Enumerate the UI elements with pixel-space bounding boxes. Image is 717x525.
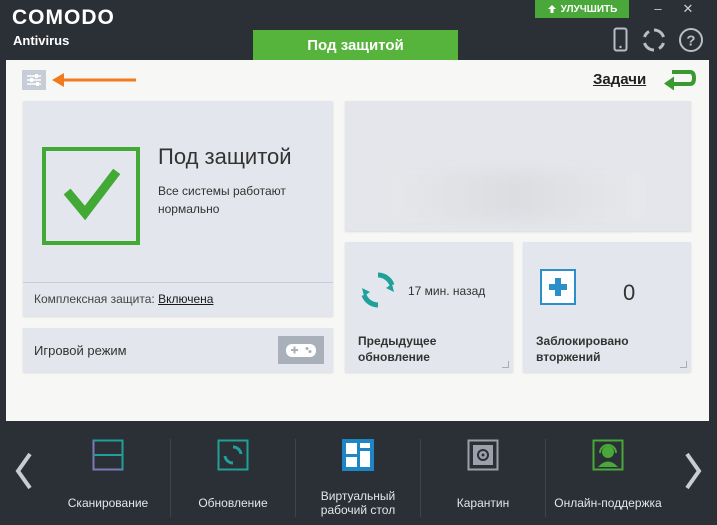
tasks-arrow-icon[interactable] — [662, 68, 696, 90]
update-refresh-icon — [361, 272, 395, 308]
quarantine-icon — [467, 439, 499, 471]
toolbar-scan-label: Сканирование — [67, 496, 149, 510]
mobile-icon[interactable] — [606, 26, 634, 54]
orange-arrow-icon — [52, 73, 136, 87]
toolbar-quarantine-label: Карантин — [456, 496, 510, 510]
status-title: Под защитой — [158, 144, 292, 169]
arrow-up-icon — [547, 5, 556, 13]
product-name: Antivirus — [13, 33, 70, 48]
blocked-count: 0 — [623, 280, 636, 305]
blocked-label: Заблокировано вторжений — [536, 333, 629, 365]
close-icon: ✕ — [682, 1, 694, 16]
status-tab-label: Под защитой — [307, 36, 404, 54]
checkmark-icon — [63, 168, 121, 221]
toolbar-virtual-desktop-line1: Виртуальный — [320, 489, 396, 503]
protection-label: Комплексная защита: — [34, 292, 155, 306]
shield-plus-icon — [540, 269, 576, 305]
update-icon — [217, 439, 249, 471]
chevron-left-icon[interactable] — [8, 446, 40, 496]
expand-corner-icon — [502, 361, 509, 368]
blocked-label-line2: вторжений — [536, 350, 601, 364]
game-mode-label: Игровой режим — [34, 343, 127, 358]
toolbar-online-support-label: Онлайн-поддержка — [554, 496, 662, 510]
game-mode-toggle[interactable] — [278, 336, 324, 364]
bottom-toolbar: Сканирование Обновление Виртуальный рабо… — [0, 421, 717, 525]
svg-text:?: ? — [686, 33, 695, 50]
status-description: Все системы работают нормально — [158, 184, 286, 216]
upgrade-label: УЛУЧШИТЬ — [560, 3, 618, 15]
tasks-link[interactable]: Задачи — [593, 71, 646, 88]
protection-status-tab: Под защитой — [253, 30, 458, 60]
protection-status-card: Под защитой Все системы работают нормаль… — [23, 101, 333, 316]
toolbar-update[interactable]: Обновление — [171, 439, 295, 525]
online-support-icon — [592, 439, 624, 471]
divider — [23, 282, 333, 283]
last-update-time: 17 мин. назад — [408, 284, 486, 298]
help-icon[interactable]: ? — [677, 26, 705, 54]
expand-corner-icon — [680, 361, 687, 368]
close-button[interactable]: ✕ — [675, 0, 701, 18]
last-update-card[interactable]: 17 мин. назад Предыдущее обновление — [345, 242, 513, 372]
refresh-icon[interactable] — [640, 26, 668, 54]
last-update-label-line1: Предыдущее — [358, 334, 437, 348]
protection-enabled-link[interactable]: Включена — [158, 292, 213, 306]
blocked-intrusions-card[interactable]: 0 Заблокировано вторжений — [523, 242, 691, 372]
checkmark-box — [42, 147, 140, 245]
scan-icon — [92, 439, 124, 471]
toolbar-quarantine[interactable]: Карантин — [421, 439, 545, 525]
toolbar-update-label: Обновление — [198, 496, 268, 510]
gamepad-icon — [286, 344, 316, 357]
toolbar-scan[interactable]: Сканирование — [46, 439, 170, 525]
app-logo: COMODO — [12, 6, 115, 29]
toolbar-virtual-desktop-line2: рабочий стол — [320, 503, 396, 517]
plus-icon — [549, 278, 567, 296]
chevron-right-icon[interactable] — [677, 446, 709, 496]
game-mode-card: Игровой режим — [23, 328, 333, 372]
upgrade-button[interactable]: УЛУЧШИТЬ — [535, 0, 629, 18]
main-panel: Задачи Под защитой Все системы работают … — [6, 60, 709, 421]
protection-row: Комплексная защита: Включена — [34, 292, 213, 306]
minimize-button[interactable]: – — [645, 0, 671, 18]
toolbar-online-support[interactable]: Онлайн-поддержка — [546, 439, 670, 525]
toolbar-virtual-desktop[interactable]: Виртуальный рабочий стол — [296, 439, 420, 525]
blurred-panel — [345, 101, 691, 231]
blurred-content — [385, 171, 645, 221]
blocked-label-line1: Заблокировано — [536, 334, 629, 348]
virtual-desktop-icon — [342, 439, 374, 471]
title-bar: COMODO Antivirus УЛУЧШИТЬ – ✕ Под защито… — [0, 0, 717, 60]
sliders-icon — [27, 74, 41, 86]
minimize-icon: – — [654, 1, 662, 16]
toolbar-virtual-desktop-label: Виртуальный рабочий стол — [296, 489, 420, 517]
last-update-label-line2: обновление — [358, 350, 430, 364]
settings-sliders-icon[interactable] — [22, 70, 46, 90]
last-update-label: Предыдущее обновление — [358, 333, 436, 365]
